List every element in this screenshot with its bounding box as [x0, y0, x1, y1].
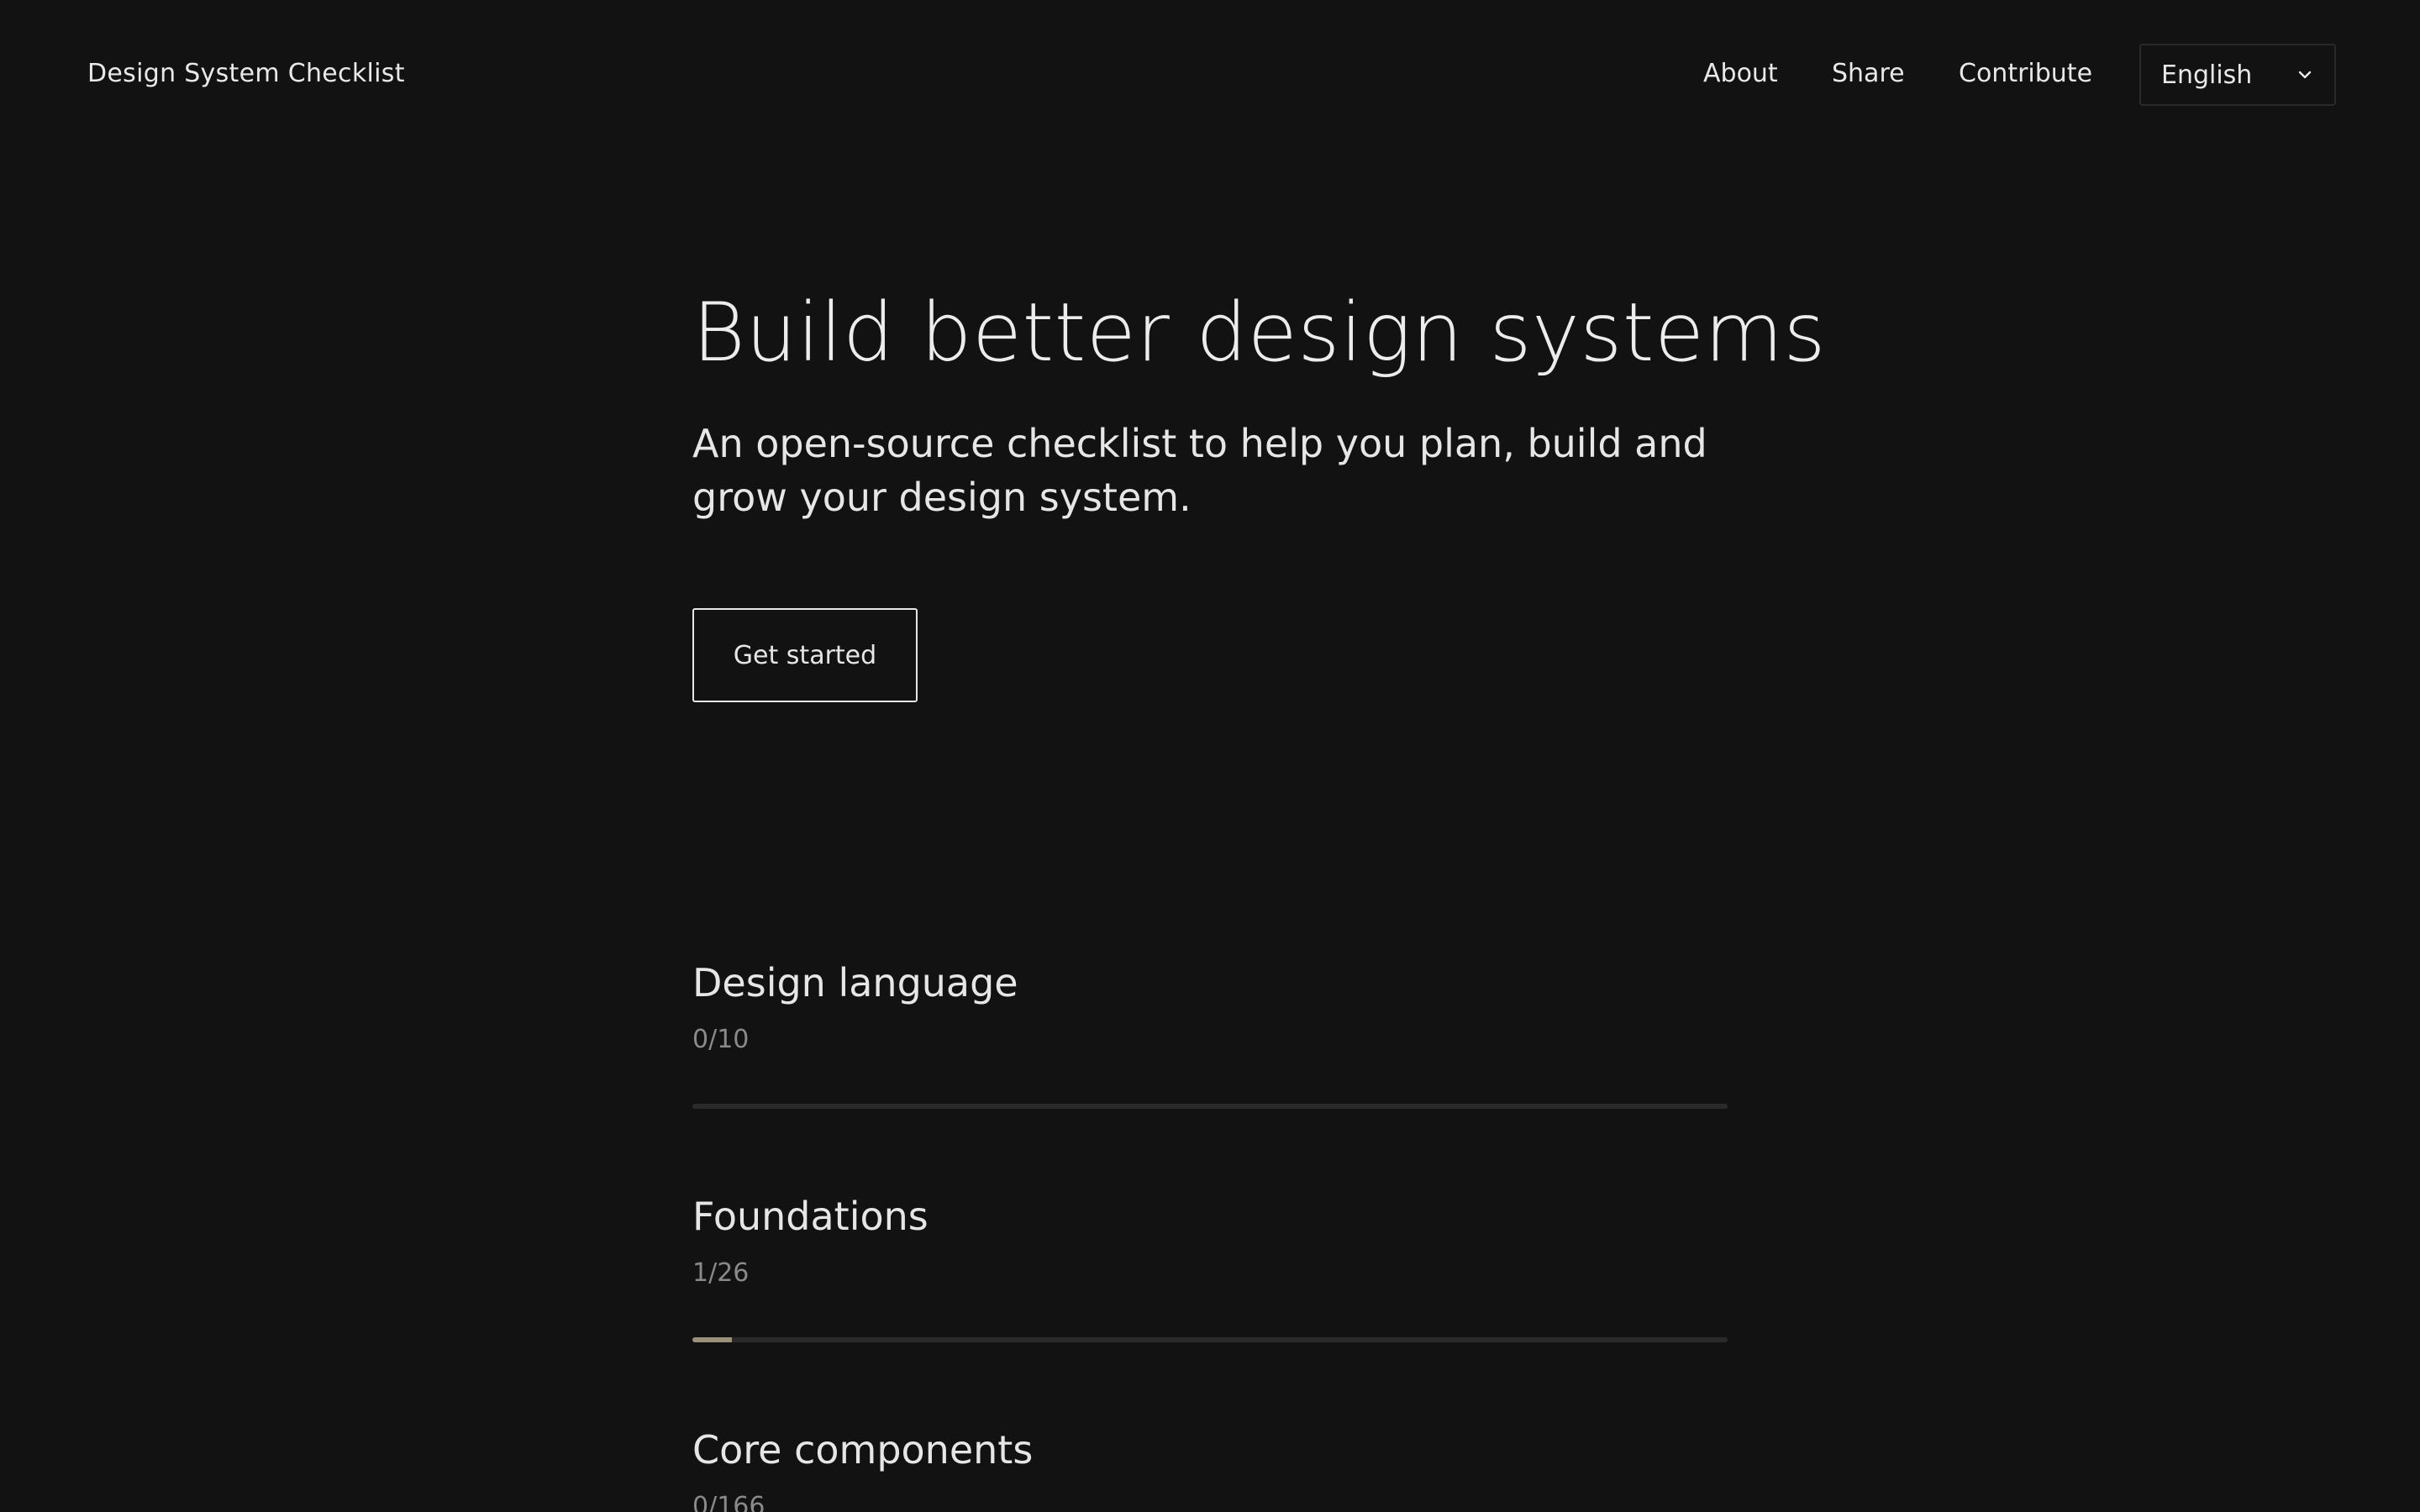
section-count: 0/166	[692, 1492, 765, 1512]
hero-title: Build better design systems	[692, 286, 1827, 380]
section-count: 0/10	[692, 1025, 750, 1054]
section-count: 1/26	[692, 1258, 750, 1288]
section-core-components[interactable]: Core components 0/166	[692, 1426, 1728, 1512]
progress-bar	[692, 1104, 1728, 1109]
language-select[interactable]: English	[2139, 44, 2336, 106]
chevron-down-icon	[2298, 71, 2312, 79]
language-selected-value: English	[2161, 60, 2253, 90]
nav-about-link[interactable]: About	[1703, 59, 1778, 88]
brand-link[interactable]: Design System Checklist	[87, 59, 405, 88]
section-design-language[interactable]: Design language 0/10	[692, 959, 1728, 1109]
hero-subtitle: An open-source checklist to help you pla…	[692, 421, 1707, 520]
section-title: Foundations	[692, 1194, 929, 1239]
nav-share-link[interactable]: Share	[1832, 59, 1905, 88]
progress-bar	[692, 1337, 1728, 1342]
section-foundations[interactable]: Foundations 1/26	[692, 1193, 1728, 1342]
nav-contribute-link[interactable]: Contribute	[1959, 59, 2092, 88]
section-title: Design language	[692, 960, 1018, 1005]
section-title: Core components	[692, 1427, 1034, 1473]
page: Design System Checklist About Share Cont…	[0, 0, 2420, 1512]
get-started-button[interactable]: Get started	[692, 608, 918, 702]
progress-fill	[692, 1337, 733, 1342]
